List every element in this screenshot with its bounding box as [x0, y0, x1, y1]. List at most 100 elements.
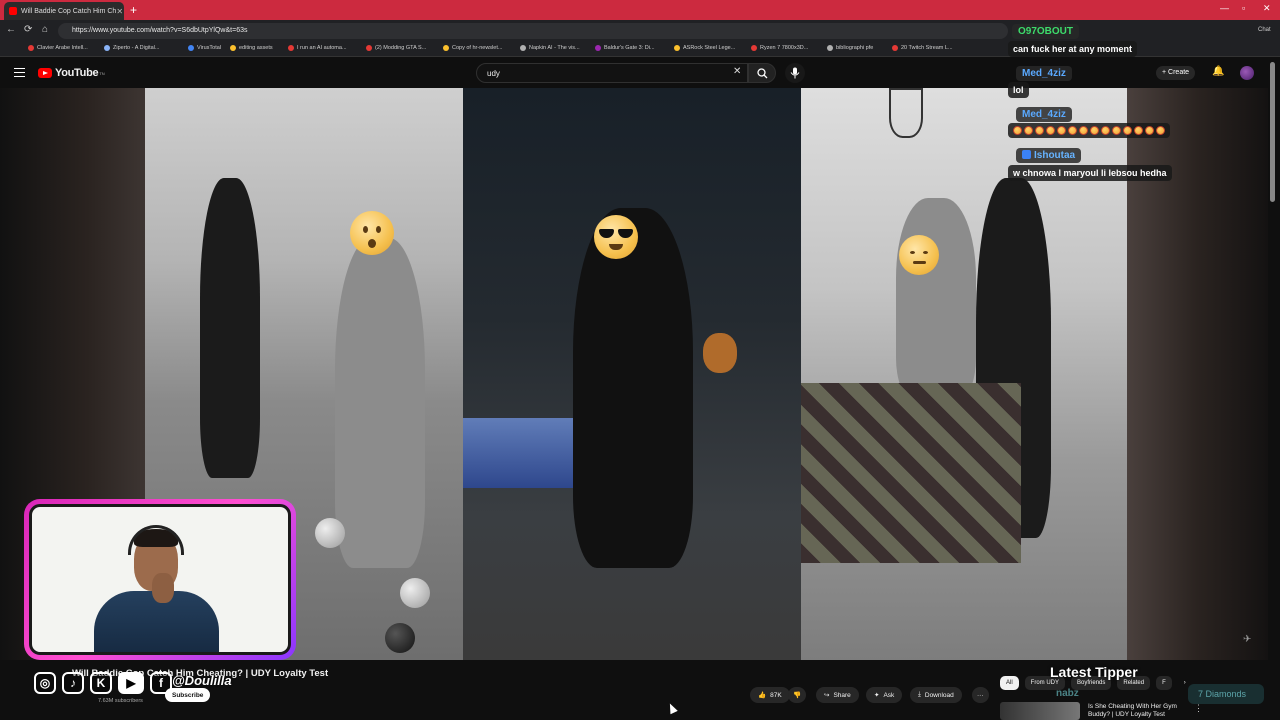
- recommended-video-thumbnail[interactable]: [1000, 702, 1080, 720]
- bookmark-item[interactable]: Ryzen 7 7800x3D...: [751, 45, 808, 51]
- latest-tipper-label: Latest Tipper: [1050, 664, 1138, 680]
- bookmark-label: Ziperto - A Digital...: [113, 45, 160, 51]
- laughing-emote-icon: [1013, 126, 1022, 135]
- smirk-emoji-icon: [899, 235, 939, 275]
- bookmark-item[interactable]: Napkin AI - The vis...: [520, 45, 580, 51]
- share-button[interactable]: ↪ Share: [816, 687, 859, 703]
- pumpkin: [703, 333, 737, 373]
- pool: [463, 418, 573, 488]
- youtube-favicon-icon: [9, 7, 17, 15]
- voice-search-button[interactable]: [785, 63, 805, 83]
- bookmark-item[interactable]: Clavier Arabe Intell...: [28, 45, 88, 51]
- bookmark-favicon-icon: [366, 45, 372, 51]
- chat-message-text: can fuck her at any moment: [1013, 44, 1133, 54]
- more-actions-button[interactable]: ···: [972, 687, 989, 703]
- home-button[interactable]: ⌂: [42, 24, 48, 35]
- chat-username-text: Med_4ziz: [1022, 109, 1066, 120]
- active-tab[interactable]: Will Baddie Cop Catch Him Ch ✕: [4, 2, 124, 20]
- search-button[interactable]: [748, 63, 776, 83]
- bookmark-item[interactable]: Copy of hr-newslet...: [443, 45, 502, 51]
- search-input[interactable]: udy: [476, 63, 748, 83]
- download-icon: ⤓: [918, 691, 921, 698]
- watermark-icon: ✈: [1243, 634, 1252, 645]
- chip-all[interactable]: All: [1000, 676, 1019, 690]
- couple-figure: [573, 208, 693, 568]
- hamburger-menu-icon[interactable]: [14, 68, 25, 77]
- laughing-emote-icon: [1079, 126, 1088, 135]
- chat-username-text: Ishoutaa: [1034, 150, 1076, 161]
- bookmark-item[interactable]: Ziperto - A Digital...: [104, 45, 159, 51]
- recommended-video-more-icon[interactable]: ⋮: [1194, 703, 1203, 714]
- thumbs-down-icon: 👎: [793, 692, 802, 699]
- bookmark-label: (2) Modding GTA S...: [375, 45, 427, 51]
- recommended-video-title[interactable]: Is She Cheating With Her Gym Buddy? | UD…: [1088, 703, 1198, 719]
- bookmark-item[interactable]: (2) Modding GTA S...: [366, 45, 426, 51]
- ask-button[interactable]: ✦ Ask: [866, 687, 903, 703]
- laughing-emote-icon: [1101, 126, 1110, 135]
- headset-icon: [128, 525, 184, 555]
- like-button[interactable]: 👍 87K: [750, 687, 790, 703]
- laughing-emote-icon: [1057, 126, 1066, 135]
- create-button[interactable]: + Create: [1156, 66, 1196, 80]
- bookmark-favicon-icon: [104, 45, 110, 51]
- maximize-button[interactable]: ▫: [1242, 3, 1245, 13]
- dislike-button[interactable]: 👎: [788, 687, 807, 703]
- tiktok-icon: ♪: [62, 672, 84, 694]
- youtube-logo[interactable]: YouTube TN: [38, 67, 105, 79]
- subscriber-count: 7.63M subscribers: [98, 698, 143, 704]
- subscribe-button[interactable]: Subscribe: [165, 688, 211, 702]
- bookmark-item[interactable]: editing assets: [230, 45, 273, 51]
- bookmark-label: Ryzen 7 7800x3D...: [760, 45, 809, 51]
- bookmark-label: VirusTotal: [197, 45, 222, 51]
- balloon: [400, 578, 430, 608]
- bookmark-label: editing assets: [239, 45, 273, 51]
- laughing-emote-icon: [1112, 126, 1121, 135]
- bookmark-item[interactable]: ASRock Steel Lege...: [674, 45, 735, 51]
- sparkle-icon: ✦: [874, 692, 880, 699]
- create-label: Create: [1168, 69, 1190, 76]
- bookmark-item[interactable]: I run an AI automa...: [288, 45, 347, 51]
- bookmark-item[interactable]: bibliographi pfe: [827, 45, 873, 51]
- social-icons: ◎ ♪ K ▶ f: [34, 672, 172, 694]
- bookmark-favicon-icon: [827, 45, 833, 51]
- page-scrollbar[interactable]: [1270, 62, 1275, 202]
- laughing-emote-icon: [1090, 126, 1099, 135]
- download-button[interactable]: ⤓ Download: [910, 687, 962, 703]
- bookmark-favicon-icon: [230, 45, 236, 51]
- bookmark-item[interactable]: 20 Twitch Stream L...: [892, 45, 953, 51]
- reload-button[interactable]: ⟳: [24, 24, 32, 35]
- bookmark-label: Clavier Arabe Intell...: [37, 45, 88, 51]
- bookmark-favicon-icon: [520, 45, 526, 51]
- chat-message: [1008, 123, 1170, 138]
- account-avatar[interactable]: [1240, 66, 1254, 80]
- laughing-emote-icon: [1145, 126, 1154, 135]
- back-button[interactable]: ←: [6, 24, 16, 35]
- chat-message: lol: [1008, 82, 1029, 98]
- clear-search-icon[interactable]: ✕: [733, 66, 741, 77]
- bookmark-item[interactable]: VirusTotal: [188, 45, 221, 51]
- bookmark-label: 20 Twitch Stream L...: [901, 45, 953, 51]
- kick-icon: K: [90, 672, 112, 694]
- tab-close-icon[interactable]: ✕: [116, 7, 123, 16]
- webcam-feed: [29, 504, 291, 655]
- video-panel-center: [463, 88, 801, 660]
- chat-message-text: w chnowa l maryoul li lebsou hedha: [1013, 168, 1167, 178]
- bookmark-favicon-icon: [892, 45, 898, 51]
- minimize-button[interactable]: —: [1220, 3, 1229, 13]
- bookmark-favicon-icon: [674, 45, 680, 51]
- download-label: Download: [924, 691, 954, 699]
- new-tab-button[interactable]: +: [130, 3, 137, 17]
- chat-label[interactable]: Chat: [1258, 27, 1271, 33]
- ask-label: Ask: [883, 691, 895, 699]
- laughing-emote-icon: [1024, 126, 1033, 135]
- logo-country: TN: [99, 70, 105, 76]
- chip-more[interactable]: F: [1156, 676, 1172, 690]
- notifications-bell-icon[interactable]: 🔔: [1212, 66, 1224, 77]
- pendant-light: [889, 88, 923, 138]
- bookmark-favicon-icon: [595, 45, 601, 51]
- bookmark-item[interactable]: Baldur's Gate 3: Di...: [595, 45, 655, 51]
- logo-text: YouTube: [55, 67, 99, 79]
- url-field[interactable]: https://www.youtube.com/watch?v=S6dbUtpY…: [58, 23, 1008, 39]
- search-icon: [757, 68, 768, 79]
- close-window-button[interactable]: ✕: [1263, 3, 1271, 14]
